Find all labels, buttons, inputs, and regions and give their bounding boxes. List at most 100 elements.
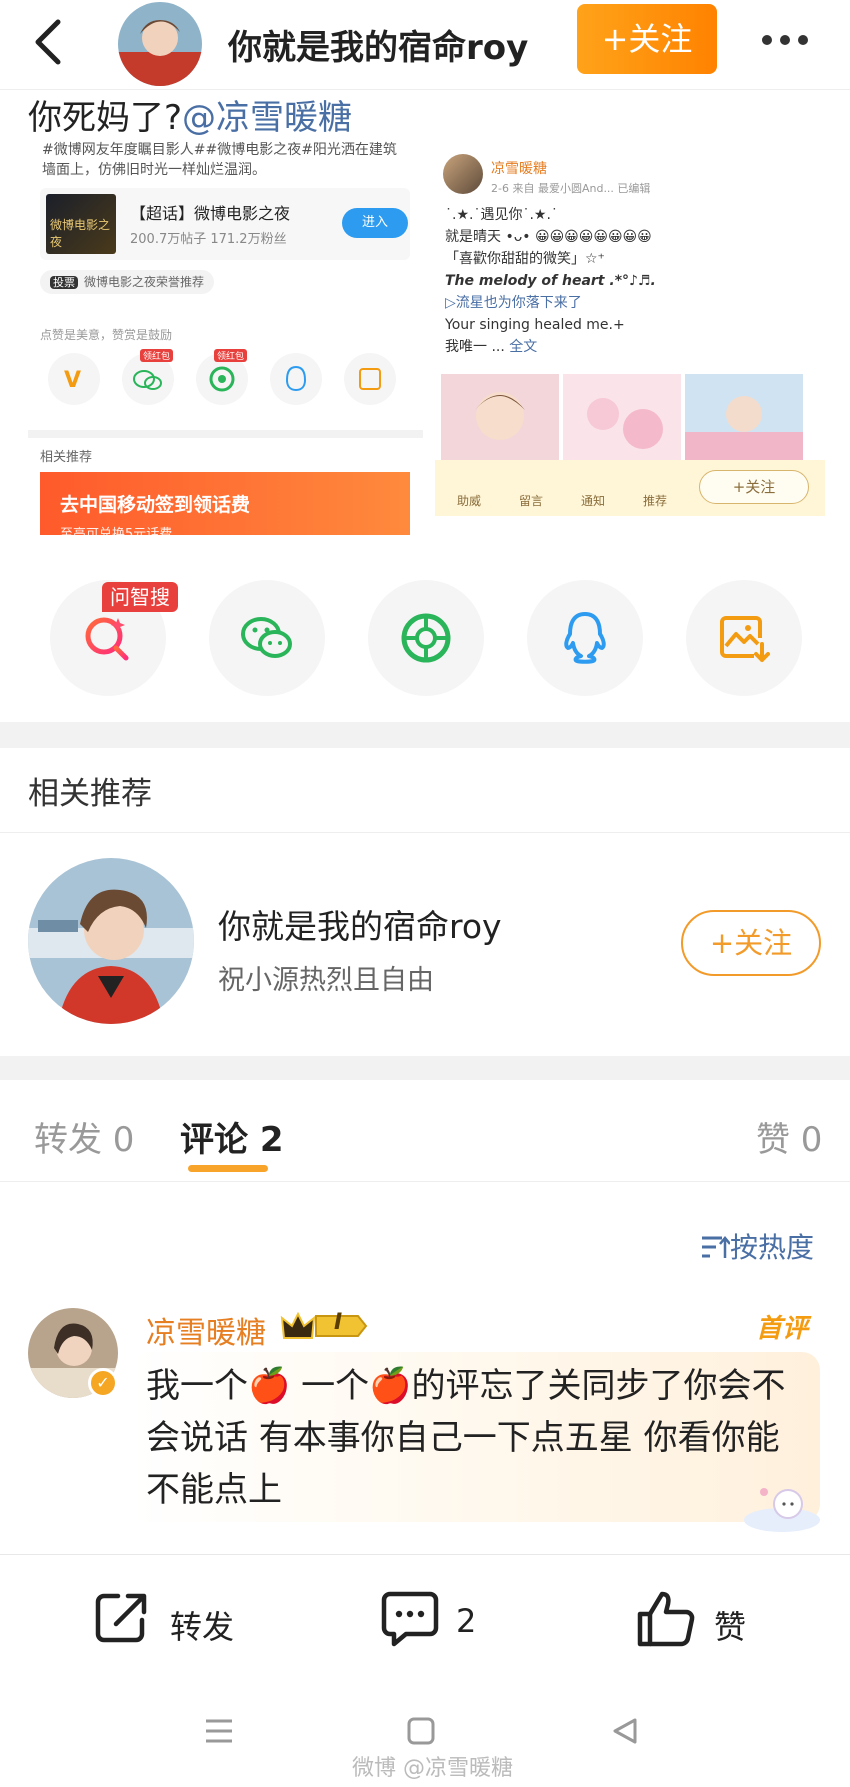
section-divider: [0, 722, 850, 748]
embedded-divider: [28, 430, 423, 438]
embedded-user-name: 凉雪暖糖: [491, 161, 547, 177]
embedded-follow-button: +关注: [699, 470, 809, 504]
embedded-supertopic-card: 微博电影之夜 【超话】微博电影之夜 200.7万帖子 171.2万粉丝 进入: [40, 188, 410, 260]
vote-icon: 投票: [50, 276, 78, 289]
honor-badge-text: 微博电影之夜荣誉推荐: [84, 275, 205, 289]
smart-search-icon: [85, 617, 129, 661]
fan-bar-item: 助威: [457, 494, 482, 508]
watermark: 微博 @凉雪暖糖: [352, 1756, 513, 1781]
fan-bar-item: 留言: [519, 494, 544, 508]
comment-button[interactable]: 2: [380, 1588, 500, 1658]
recommended-avatar[interactable]: [28, 858, 194, 1024]
divider: [0, 1554, 850, 1555]
embedded-line: The melody of heart .*°♪♬.: [445, 273, 656, 289]
supertopic-stats: 200.7万帖子 171.2万粉丝: [130, 232, 287, 247]
embedded-qq-icon: [270, 353, 322, 405]
embedded-moments-icon: 领红包: [196, 349, 248, 405]
embedded-photo: [441, 374, 559, 470]
wechat-icon: [241, 617, 292, 658]
more-icon[interactable]: [758, 22, 818, 58]
embedded-reward-icon: V: [48, 353, 100, 405]
embedded-post-lines: ˙.★.˙遇见你˙.★.˙ 就是晴天 •ᴗ• 😀😀😀😀😀😀😀😀 「喜歡你甜甜的微…: [445, 204, 815, 358]
share-wechat-button[interactable]: [209, 580, 325, 696]
embedded-line: 就是晴天 •ᴗ• 😀😀😀😀😀😀😀😀: [445, 229, 652, 245]
embedded-photo: [563, 374, 681, 470]
embedded-post-meta: 2-6 来自 最爱小圆And... 已编辑: [491, 182, 651, 195]
moments-icon: [401, 613, 451, 663]
related-title: 相关推荐: [28, 776, 152, 812]
supertopic-enter-button: 进入: [342, 208, 408, 238]
supertopic-thumbnail-text: 微博电影之夜: [50, 218, 111, 249]
embedded-line-last: 我唯一 ... 全文: [445, 336, 815, 358]
qq-icon: [564, 612, 606, 664]
repost-button[interactable]: 转发: [92, 1588, 252, 1658]
share-moments-button[interactable]: [368, 580, 484, 696]
home-nav-icon[interactable]: [406, 1716, 436, 1750]
fan-bar-item: 推荐: [643, 494, 668, 508]
comment-text: 我一个🍎 一个🍎的评忘了关同步了你会不会说话 有本事你自己一下点五星 你看你能不…: [146, 1366, 786, 1510]
like-button[interactable]: 赞: [636, 1588, 756, 1658]
comment-author-name[interactable]: 凉雪暖糖: [146, 1308, 266, 1352]
embedded-line: 我唯一 ...: [445, 339, 505, 355]
author-avatar[interactable]: [118, 2, 202, 86]
sort-label: 按热度: [730, 1231, 815, 1264]
save-image-icon: [720, 616, 770, 662]
share-qq-button[interactable]: [527, 580, 643, 696]
like-label: 赞: [714, 1608, 747, 1646]
first-comment-badge: 首评: [756, 1314, 809, 1344]
tab-like[interactable]: 赞 0: [756, 1112, 822, 1161]
embedded-line: ˙.★.˙遇见你˙.★.˙: [445, 207, 558, 223]
embedded-wechat-icon: 领红包: [122, 349, 174, 405]
redpacket-tag: 领红包: [214, 349, 248, 362]
tab-repost[interactable]: 转发 0: [34, 1112, 134, 1161]
embedded-image-left[interactable]: #微博网友年度瞩目影人##微博电影之夜#阳光洒在建筑墙面上，仿佛旧时光一样灿烂温…: [28, 140, 423, 535]
section-divider: [0, 1056, 850, 1080]
svg-text:V: V: [64, 368, 81, 393]
post-text-prefix: 你死妈了?: [28, 98, 183, 138]
active-tab-indicator: [188, 1165, 268, 1172]
sort-toggle[interactable]: 按热度: [700, 1226, 814, 1266]
embedded-user-avatar: [443, 154, 483, 194]
embedded-line: Your singing healed me.+: [445, 317, 625, 333]
divider: [0, 832, 850, 833]
embedded-share-icons: V 领红包 领红包: [48, 349, 408, 409]
mention-link[interactable]: @凉雪暖糖: [182, 98, 352, 138]
recommended-description: 祝小源热烈且自由: [218, 965, 434, 996]
embedded-scroll-indicator: [475, 526, 785, 531]
banner-subtitle: 至高可兑换5元话费: [60, 527, 173, 535]
embedded-ad-banner: 去中国移动签到领话费 至高可兑换5元话费: [40, 472, 410, 535]
supertopic-title: 【超话】微博电影之夜: [130, 204, 291, 223]
comment-count: 2: [456, 1602, 477, 1640]
menu-nav-icon[interactable]: [204, 1716, 234, 1750]
recommended-follow-button[interactable]: +关注: [681, 910, 821, 976]
embedded-photo: [685, 374, 803, 470]
divider: [0, 1181, 850, 1182]
crown-icon: [280, 1311, 368, 1339]
level-text: I: [334, 1310, 343, 1335]
like-hint: 点赞是美意，赞赏是鼓励: [40, 328, 173, 342]
cloud-sticker-icon: [740, 1480, 824, 1534]
embedded-fan-bar: 助威 留言 通知 推荐 +关注: [435, 460, 825, 516]
embedded-image-right[interactable]: 凉雪暖糖 2-6 来自 最爱小圆And... 已编辑 ˙.★.˙遇见你˙.★.˙…: [435, 140, 825, 535]
back-nav-icon[interactable]: [610, 1716, 640, 1750]
fan-bar-item: 通知: [581, 494, 606, 508]
back-icon[interactable]: [26, 14, 70, 70]
embedded-line: ▷流星也为你落下来了: [445, 295, 582, 311]
follow-button[interactable]: +关注: [577, 4, 717, 74]
recommended-name[interactable]: 你就是我的宿命roy: [218, 900, 502, 948]
like-icon: [637, 1591, 695, 1647]
embedded-related-title: 相关推荐: [40, 450, 93, 465]
embedded-save-image-icon: [344, 353, 396, 405]
comment-icon: [381, 1591, 439, 1647]
save-image-button[interactable]: [686, 580, 802, 696]
repost-icon: [95, 1593, 147, 1643]
tab-comment[interactable]: 评论 2: [180, 1112, 284, 1161]
repost-label: 转发: [170, 1608, 235, 1646]
honor-badge: 投票 微博电影之夜荣誉推荐: [40, 270, 215, 294]
page-title: 你就是我的宿命roy: [228, 28, 529, 68]
top-bar: 你就是我的宿命roy +关注: [0, 0, 850, 90]
supertopic-thumbnail: 微博电影之夜: [46, 194, 116, 254]
sort-icon: [702, 1236, 731, 1258]
banner-title: 去中国移动签到领话费: [60, 494, 251, 516]
redpacket-tag: 领红包: [140, 349, 174, 362]
